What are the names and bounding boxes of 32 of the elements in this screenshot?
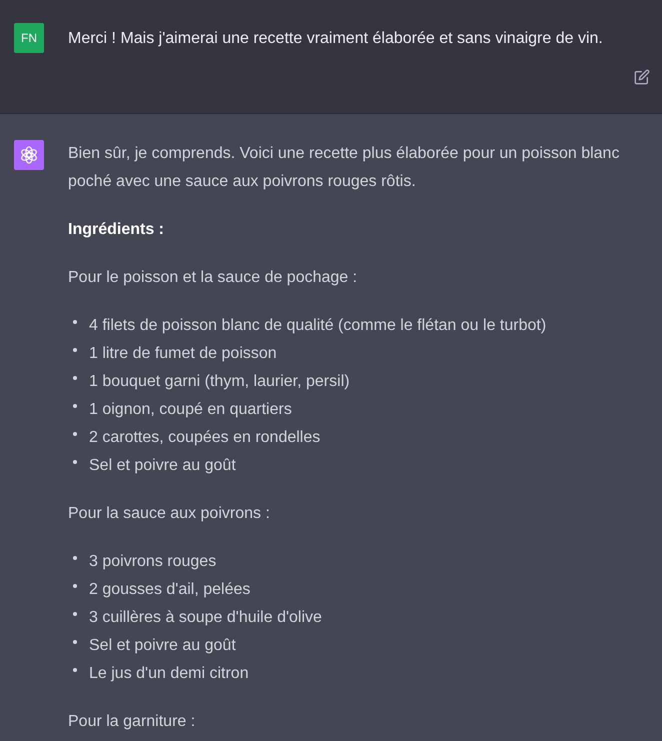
list-item-text: 1 bouquet garni (thym, laurier, persil)	[89, 372, 350, 392]
user-avatar: FN	[14, 23, 44, 53]
message-text: Merci ! Mais j'aimerai une recette vraiment élaborée et sans vinaigre de vin.	[68, 29, 604, 49]
bullet-icon	[73, 348, 77, 352]
list-item-text: 1 oignon, coupé en quartiers	[89, 400, 292, 420]
bullet-icon	[73, 640, 77, 644]
paragraph-text: Bien sûr, je comprends. Voici une recette plus élaborée pour un poisson blanc poché avec une sauce aux poivrons rouges rôtis.	[68, 144, 620, 192]
paragraph-text: Pour le poisson et la sauce de pochage :	[68, 268, 358, 288]
list-item-text: 3 poivrons rouges	[89, 552, 216, 572]
bullet-icon	[73, 612, 77, 616]
list-item-text: Le jus d'un demi citron	[89, 664, 249, 684]
section-heading: Ingrédients :	[68, 220, 166, 240]
bullet-icon	[73, 668, 77, 672]
bullet-icon	[73, 404, 77, 408]
edit-icon	[634, 69, 650, 85]
bullet-icon	[73, 556, 77, 560]
bullet-icon	[73, 376, 77, 380]
bullet-icon	[73, 432, 77, 436]
list-item-text: 2 gousses d'ail, pelées	[89, 580, 250, 600]
list-item-text: 3 cuillères à soupe d'huile d'olive	[89, 608, 322, 628]
bullet-icon	[73, 584, 77, 588]
paragraph-text: Pour la garniture :	[68, 712, 196, 732]
paragraph-text: Pour la sauce aux poivrons :	[68, 504, 271, 524]
list-item-text: 4 filets de poisson blanc de qualité (comme le flétan ou le turbot)	[89, 316, 546, 336]
list-item-text: 2 carottes, coupées en rondelles	[89, 428, 320, 448]
bullet-icon	[73, 460, 77, 464]
edit-button[interactable]	[634, 69, 650, 85]
list-item-text: 1 litre de fumet de poisson	[89, 344, 277, 364]
bullet-icon	[73, 320, 77, 324]
list-item-text: Sel et poivre au goût	[89, 636, 236, 656]
assistant-avatar-icon	[14, 140, 44, 170]
list-item-text: Sel et poivre au goût	[89, 456, 236, 476]
